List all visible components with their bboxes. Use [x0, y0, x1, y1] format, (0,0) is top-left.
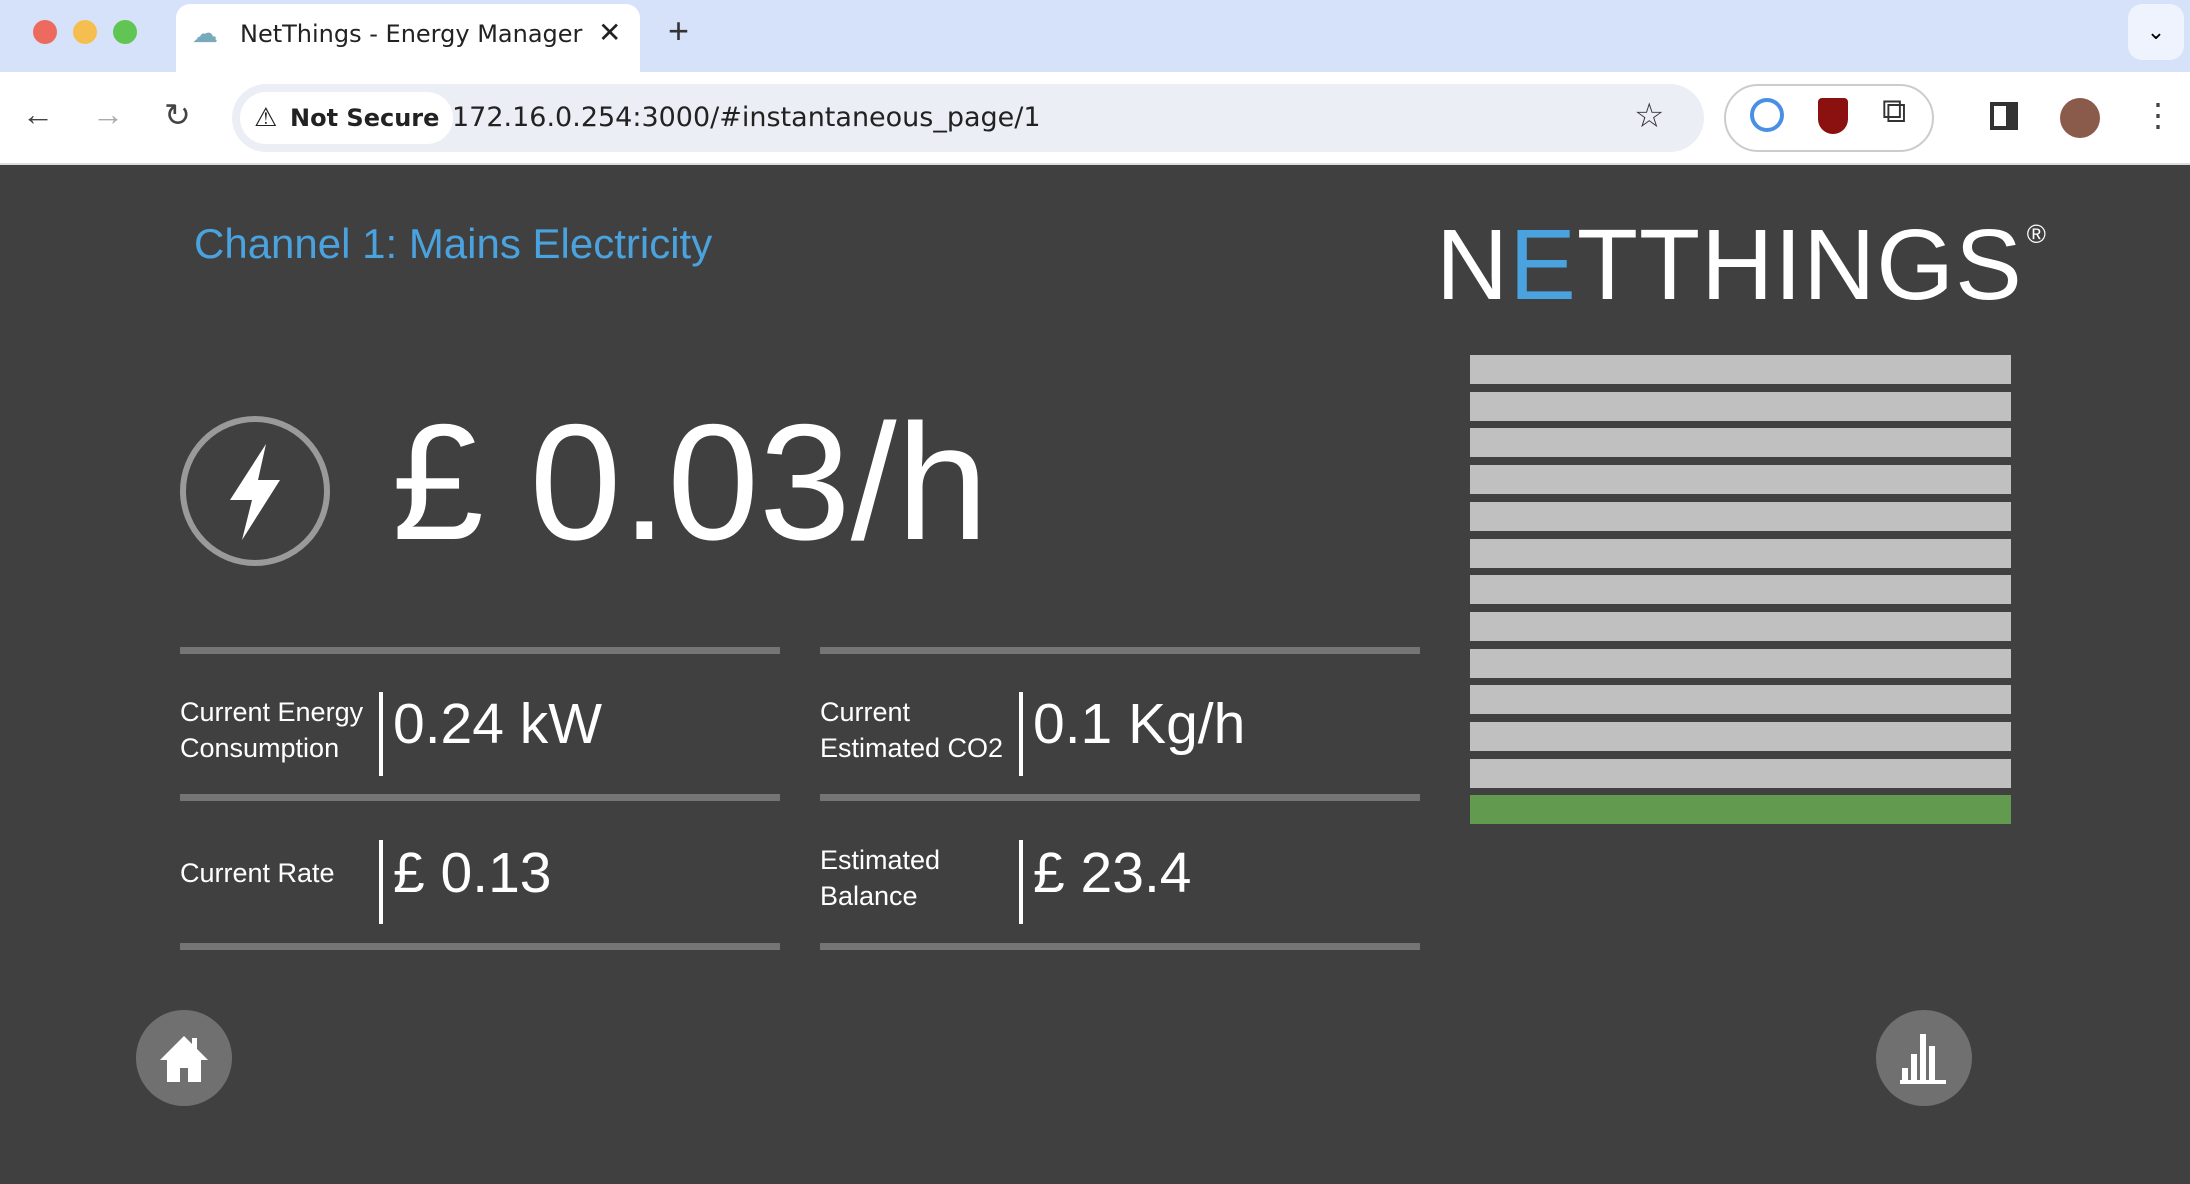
address-bar[interactable]: ⚠ Not Secure 172.16.0.254:3000/#instanta… [232, 84, 1704, 152]
home-icon [160, 1036, 208, 1082]
energy-consumption-label: Current Energy Consumption [180, 697, 364, 763]
netthings-logo: NETTHINGS [1436, 215, 2047, 315]
lightning-bolt-icon [180, 416, 330, 566]
gauge-segment [1470, 575, 2011, 605]
gauge-segment [1470, 611, 2011, 641]
value-separator [379, 840, 383, 924]
security-label: Not Secure [290, 104, 440, 132]
home-button[interactable] [136, 1010, 232, 1106]
new-tab-button[interactable]: + [668, 10, 689, 52]
divider [820, 794, 1420, 801]
url-text[interactable]: 172.16.0.254:3000/#instantaneous_page/1 [452, 102, 1041, 133]
extensions-puzzle-icon[interactable]: ⧉ [1882, 92, 1906, 131]
gauge-segment [1470, 685, 2011, 715]
reload-icon[interactable]: ↻ [164, 96, 191, 134]
energy-consumption-value: 0.24 kW [393, 692, 603, 756]
close-window-button[interactable] [33, 20, 57, 44]
co2-label: Current Estimated CO2 [820, 697, 1004, 763]
gauge-segment [1470, 355, 2011, 384]
side-panel-icon[interactable] [1990, 102, 2018, 130]
password-manager-icon[interactable] [1750, 98, 1784, 132]
divider [180, 794, 780, 801]
divider [820, 647, 1420, 654]
balance-value: £ 23.4 [1033, 841, 1192, 905]
gauge-segment [1470, 391, 2011, 421]
divider [180, 647, 780, 654]
browser-tab[interactable]: ☁ NetThings - Energy Manager ✕ [176, 4, 640, 72]
tab-title: NetThings - Energy Manager [240, 20, 583, 48]
profile-avatar[interactable] [2060, 98, 2100, 138]
bookmark-star-icon[interactable]: ☆ [1634, 96, 1664, 136]
more-menu-icon[interactable]: ⋮ [2142, 96, 2174, 134]
current-rate-value: £ 0.13 [393, 841, 552, 905]
cost-per-hour: £ 0.03/h [392, 390, 989, 574]
bar-chart-icon [1900, 1034, 1946, 1084]
value-separator [1019, 692, 1023, 776]
browser-tab-bar: ☁ NetThings - Energy Manager ✕ + ⌄ [0, 0, 2190, 72]
gauge-segment-active [1470, 795, 2011, 825]
gauge-segment [1470, 538, 2011, 568]
maximize-window-button[interactable] [113, 20, 137, 44]
channel-title: Channel 1: Mains Electricity [194, 220, 713, 267]
gauge-segment [1470, 465, 2011, 495]
minimize-window-button[interactable] [73, 20, 97, 44]
security-indicator[interactable]: ⚠ Not Secure [240, 92, 454, 144]
divider [180, 943, 780, 950]
back-arrow-icon[interactable]: ← [22, 96, 54, 133]
value-separator [379, 692, 383, 776]
close-tab-icon[interactable]: ✕ [598, 16, 621, 49]
forward-arrow-icon[interactable]: → [92, 96, 124, 133]
cloud-favicon-icon: ☁ [192, 18, 218, 48]
tab-search-chevron-down-icon[interactable]: ⌄ [2128, 4, 2184, 60]
divider [820, 943, 1420, 950]
warning-icon: ⚠ [254, 103, 278, 133]
gauge-segment [1470, 758, 2011, 788]
current-rate-label: Current Rate [180, 858, 335, 888]
gauge-segment [1470, 428, 2011, 458]
ublock-shield-icon[interactable] [1818, 98, 1848, 134]
co2-value: 0.1 Kg/h [1033, 692, 1246, 756]
history-chart-button[interactable] [1876, 1010, 1972, 1106]
browser-toolbar: ← → ↻ ⚠ Not Secure 172.16.0.254:3000/#in… [0, 72, 2190, 165]
extensions-group: ⧉ [1724, 84, 1934, 152]
value-separator [1019, 840, 1023, 924]
gauge-segment [1470, 722, 2011, 751]
gauge-segment [1470, 501, 2011, 531]
balance-label: Estimated Balance [820, 845, 941, 911]
gauge-segment [1470, 648, 2011, 678]
